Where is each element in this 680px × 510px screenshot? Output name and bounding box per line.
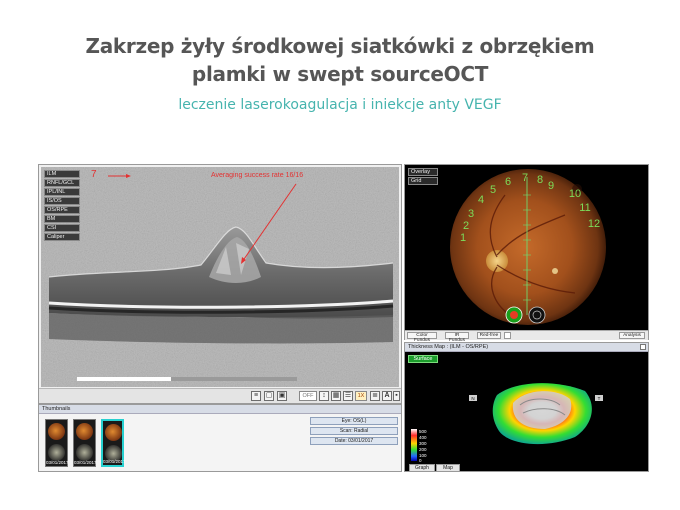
thickness-map-header: Thickness Map : (ILM - OS/RPE) xyxy=(405,343,648,352)
thickness-3d-map[interactable]: N T xyxy=(405,353,648,463)
oct-toolbar: ≡ ▢ ▣ OFF ↕ ▦ ☰ 1X ≣ A ▪ xyxy=(39,388,401,403)
clock-number-10: 10 xyxy=(569,188,581,200)
layer-item-ipl[interactable]: IPL/INL xyxy=(44,188,80,196)
close-icon[interactable] xyxy=(640,344,646,350)
thumbnail-1[interactable]: 03/01/2017 xyxy=(45,419,69,467)
overlay-button[interactable]: Overlay xyxy=(408,168,438,176)
layers-icon[interactable]: ≡ xyxy=(251,391,261,401)
layer-item-isos[interactable]: IS/OS xyxy=(44,197,80,205)
grid-button[interactable]: Grid xyxy=(408,177,438,185)
fundus-window: 9 10 11 12 8 7 6 5 4 3 2 1 Overlay Grid … xyxy=(404,164,649,343)
scan-number: 7 xyxy=(91,169,97,180)
grid-icon[interactable]: ▦ xyxy=(331,391,341,401)
thumbnail-date: 03/01/2017 xyxy=(46,460,69,465)
temporal-label: T xyxy=(598,396,601,401)
thumbnail-date: 03/01/2017 xyxy=(74,460,97,465)
scale-label-300: 300 xyxy=(419,441,427,446)
clock-number-5: 5 xyxy=(490,184,496,196)
thumbnail-3-selected[interactable]: 03/01/2017 xyxy=(101,419,126,467)
clock-number-1: 1 xyxy=(460,232,466,244)
nasal-label: N xyxy=(471,396,474,401)
layer-item-bm[interactable]: BM xyxy=(44,215,80,223)
thumbnails-header: Thumbnails xyxy=(39,405,401,414)
clock-number-2: 2 xyxy=(463,220,469,232)
red-free-button[interactable]: Red-free xyxy=(477,332,501,339)
scale-label-200: 200 xyxy=(419,447,427,452)
scale-select[interactable]: 1X xyxy=(355,391,367,401)
scan-info: Scan: Radial xyxy=(310,427,398,435)
thumbnail-2[interactable]: 03/01/2017 xyxy=(73,419,97,467)
date-info: Date: 03/01/2017 xyxy=(310,437,398,445)
fundus-toolbar: Color Fundus IR Fundus Red-free Analysis xyxy=(405,330,648,343)
red-free-checkbox[interactable] xyxy=(504,332,511,339)
clock-number-8: 8 xyxy=(537,174,543,186)
thickness-map-title: Thickness Map : (ILM - OS/RPE) xyxy=(408,344,489,350)
zoom-select[interactable]: OFF xyxy=(299,391,317,401)
stepper-icon[interactable]: ↕ xyxy=(319,391,329,401)
clock-number-9: 9 xyxy=(548,180,554,192)
scale-label-400: 400 xyxy=(419,435,427,440)
oct-scan-svg xyxy=(41,167,399,387)
oct-bscan-window: ILM RNFL/GCL IPL/INL IS/OS OS/RPE BM CSI… xyxy=(38,164,402,404)
eye-info: Eye: OS(L) xyxy=(310,417,398,425)
menu-icon[interactable]: ≣ xyxy=(370,391,380,401)
thumbnail-fundus-icon xyxy=(76,423,93,440)
grid-scan-icon[interactable] xyxy=(528,306,546,324)
slide-title: Zakrzep żyły środkowej siatkówki z obrzę… xyxy=(0,32,680,88)
layer-list: ILM RNFL/GCL IPL/INL IS/OS OS/RPE BM CSI… xyxy=(44,170,80,242)
thumbnail-fundus-icon xyxy=(105,424,122,441)
thumbnail-fundus-icon xyxy=(48,423,65,440)
thumbnail-map-icon xyxy=(48,444,65,461)
layer-item-caliper[interactable]: Caliper xyxy=(44,233,80,241)
slide-subtitle: leczenie laserokoagulacja i iniekcje ant… xyxy=(178,97,502,113)
color-fundus-button[interactable]: Color Fundus xyxy=(407,332,437,343)
layer-item-ilm[interactable]: ILM xyxy=(44,170,80,178)
optic-disc xyxy=(486,250,508,272)
analysis-button[interactable]: Analysis xyxy=(619,332,645,339)
thumbnail-date: 03/01/2017 xyxy=(103,459,126,464)
clock-number-11: 11 xyxy=(579,202,590,214)
tab-map[interactable]: Map xyxy=(436,464,460,472)
thumbnail-map-icon xyxy=(76,444,93,461)
blank-icon[interactable]: ▢ xyxy=(264,391,274,401)
thickness-map-window: Thickness Map : (ILM - OS/RPE) Surface N… xyxy=(404,342,649,472)
clock-number-3: 3 xyxy=(468,208,474,220)
slide-title-line2: plamki w swept sourceOCT xyxy=(191,62,489,86)
ir-fundus-button[interactable]: IR Fundus xyxy=(445,332,469,343)
clock-number-4: 4 xyxy=(478,194,484,206)
frame-icon[interactable]: ▣ xyxy=(277,391,287,401)
choroid xyxy=(49,313,393,344)
averaging-text: Averaging success rate 16/16 xyxy=(211,172,304,179)
thumbnails-panel: Thumbnails 03/01/2017 03/01/2017 03/01/2… xyxy=(38,404,402,472)
clock-number-6: 6 xyxy=(505,176,511,188)
layer-item-osrpe[interactable]: OS/RPE xyxy=(44,206,80,214)
clock-number-12: 12 xyxy=(588,218,600,230)
tab-graph[interactable]: Graph xyxy=(409,464,435,472)
scale-label-500: 500 xyxy=(419,429,427,434)
slide-title-line1: Zakrzep żyły środkowej siatkówki z obrzę… xyxy=(85,34,595,58)
list-icon[interactable]: ☰ xyxy=(343,391,353,401)
layer-item-csi[interactable]: CSI xyxy=(44,224,80,232)
text-tool-button[interactable]: A xyxy=(382,391,392,401)
clock-number-7: 7 xyxy=(522,172,528,184)
scale-label-0: 0 xyxy=(419,458,422,463)
thickness-color-scale xyxy=(411,429,417,461)
options-icon[interactable]: ▪ xyxy=(393,391,400,401)
fundus-image[interactable]: 9 10 11 12 8 7 6 5 4 3 2 1 xyxy=(405,165,648,330)
oct-bscan-image[interactable]: ILM RNFL/GCL IPL/INL IS/OS OS/RPE BM CSI… xyxy=(41,167,399,387)
layer-item-rnfl[interactable]: RNFL/GCL xyxy=(44,179,80,187)
